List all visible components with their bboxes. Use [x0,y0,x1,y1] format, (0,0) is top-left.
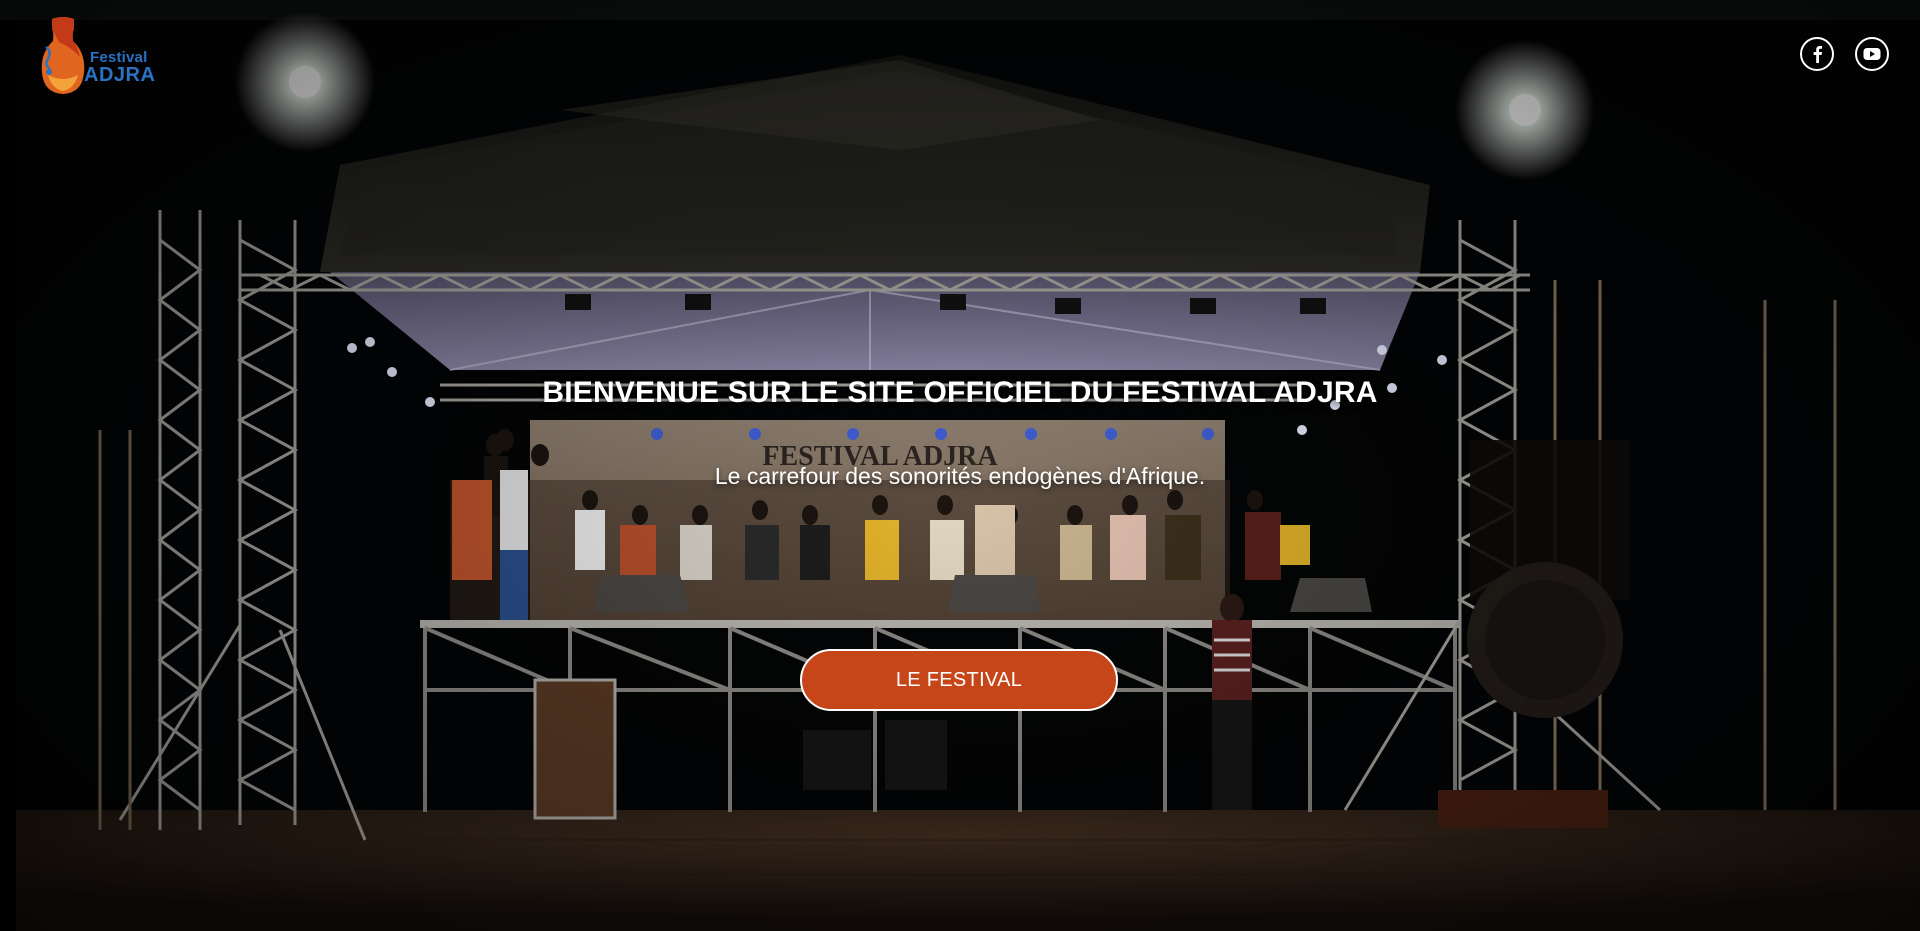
site-header: Festival ADJRA [0,0,1920,110]
logo-text-adjra: ADJRA [84,64,156,86]
youtube-link[interactable] [1855,37,1889,71]
facebook-link[interactable] [1800,37,1834,71]
hero-section: FESTIVAL ADJRA Festival ADJRA BIENVENUE … [0,0,1920,931]
festival-adjra-logo[interactable]: Festival ADJRA [38,17,156,95]
hero-title: BIENVENUE SUR LE SITE OFFICIEL DU FESTIV… [542,376,1378,409]
youtube-icon [1863,48,1881,60]
hero-subtitle: Le carrefour des sonorités endogènes d'A… [714,463,1206,489]
le-festival-button[interactable]: LE FESTIVAL [800,649,1118,711]
adjra-drum-logo-icon [41,17,85,94]
facebook-icon [1813,46,1823,63]
